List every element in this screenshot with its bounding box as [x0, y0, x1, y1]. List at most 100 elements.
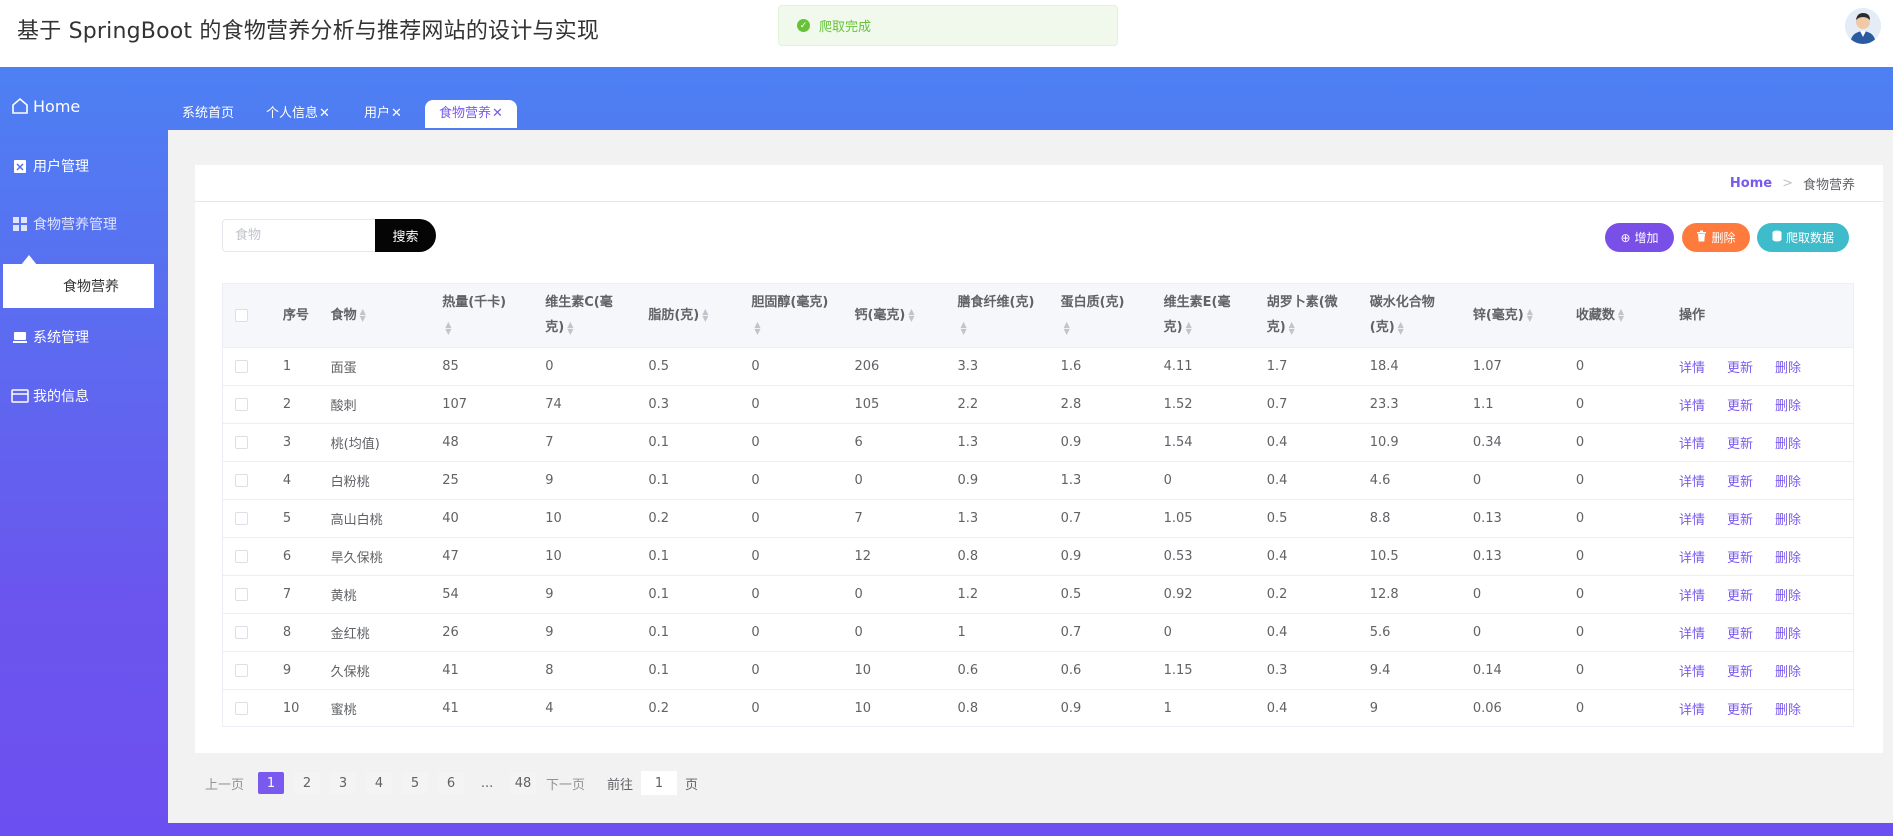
- column-header[interactable]: 热量(千卡) ▲ ▼: [430, 284, 533, 347]
- delete-link[interactable]: 删除: [1775, 665, 1801, 680]
- update-link[interactable]: 更新: [1727, 551, 1753, 566]
- delete-link[interactable]: 删除: [1775, 513, 1801, 528]
- detail-link[interactable]: 详情: [1679, 703, 1705, 718]
- page-button[interactable]: 4: [366, 772, 393, 794]
- column-header[interactable]: 钙(毫克) ▲ ▼: [842, 284, 945, 347]
- delete-link[interactable]: 删除: [1775, 475, 1801, 490]
- row-checkbox[interactable]: [235, 625, 248, 639]
- sort-icon[interactable]: ▲ ▼: [445, 320, 451, 335]
- detail-link[interactable]: 详情: [1679, 399, 1705, 414]
- sort-icon[interactable]: ▲ ▼: [1527, 308, 1533, 323]
- column-header[interactable]: 碳水化合物(克) ▲ ▼: [1358, 284, 1461, 347]
- sort-icon[interactable]: ▲ ▼: [702, 308, 708, 323]
- tab-home[interactable]: 系统首页: [182, 100, 234, 128]
- crawl-data-button[interactable]: 爬取数据: [1757, 223, 1849, 252]
- row-checkbox[interactable]: [235, 663, 248, 677]
- page-button[interactable]: 1: [258, 772, 285, 794]
- update-link[interactable]: 更新: [1727, 475, 1753, 490]
- detail-link[interactable]: 详情: [1679, 551, 1705, 566]
- row-checkbox[interactable]: [235, 549, 248, 563]
- close-icon[interactable]: ✕: [319, 106, 330, 121]
- update-link[interactable]: 更新: [1727, 399, 1753, 414]
- sidebar-subitem-food-nutrition[interactable]: 食物营养: [3, 264, 154, 308]
- tab-users[interactable]: 用户✕: [364, 100, 402, 128]
- sort-icon[interactable]: ▲ ▼: [1618, 308, 1624, 323]
- page-ellipsis[interactable]: ...: [474, 776, 500, 791]
- row-checkbox[interactable]: [235, 511, 248, 525]
- sort-icon[interactable]: ▲ ▼: [1186, 320, 1192, 335]
- page-button[interactable]: 6: [438, 772, 465, 794]
- delete-button[interactable]: 删除: [1682, 223, 1750, 252]
- page-button[interactable]: 3: [330, 772, 357, 794]
- page-button[interactable]: 2: [294, 772, 321, 794]
- close-icon[interactable]: ✕: [391, 106, 402, 121]
- update-link[interactable]: 更新: [1727, 513, 1753, 528]
- column-header[interactable]: 收藏数 ▲ ▼: [1564, 284, 1667, 347]
- page-button[interactable]: 5: [402, 772, 429, 794]
- row-checkbox[interactable]: [235, 397, 248, 411]
- delete-link[interactable]: 删除: [1775, 589, 1801, 604]
- detail-link[interactable]: 详情: [1679, 475, 1705, 490]
- tab-profile[interactable]: 个人信息✕: [266, 100, 330, 128]
- search-input[interactable]: [222, 219, 377, 252]
- delete-link[interactable]: 删除: [1775, 703, 1801, 718]
- prev-page-button[interactable]: 上一页: [205, 774, 244, 793]
- column-header[interactable]: 维生素C(毫克) ▲ ▼: [533, 284, 636, 347]
- column-header[interactable]: 膳食纤维(克) ▲ ▼: [946, 284, 1049, 347]
- sort-icon[interactable]: ▲ ▼: [754, 320, 760, 335]
- detail-link[interactable]: 详情: [1679, 665, 1705, 680]
- delete-link[interactable]: 删除: [1775, 437, 1801, 452]
- close-icon[interactable]: ✕: [492, 106, 503, 121]
- update-link[interactable]: 更新: [1727, 627, 1753, 642]
- column-header[interactable]: 蛋白质(克) ▲ ▼: [1049, 284, 1152, 347]
- sidebar-item-system-management[interactable]: 系统管理: [0, 317, 168, 357]
- page-jump-input[interactable]: [641, 771, 678, 795]
- row-checkbox[interactable]: [235, 435, 248, 449]
- delete-link[interactable]: 删除: [1775, 361, 1801, 376]
- column-header[interactable]: 食物 ▲ ▼: [319, 284, 431, 347]
- detail-link[interactable]: 详情: [1679, 627, 1705, 642]
- delete-link[interactable]: 删除: [1775, 551, 1801, 566]
- column-header[interactable]: 维生素E(毫克) ▲ ▼: [1152, 284, 1255, 347]
- update-link[interactable]: 更新: [1727, 437, 1753, 452]
- select-all-checkbox[interactable]: [235, 308, 248, 322]
- sort-icon[interactable]: ▲ ▼: [908, 308, 914, 323]
- sidebar-item-my-info[interactable]: 我的信息: [0, 376, 168, 416]
- sort-icon[interactable]: ▲ ▼: [1398, 320, 1404, 335]
- row-checkbox[interactable]: [235, 359, 248, 373]
- sort-icon[interactable]: ▲ ▼: [961, 320, 967, 335]
- detail-link[interactable]: 详情: [1679, 589, 1705, 604]
- update-link[interactable]: 更新: [1727, 589, 1753, 604]
- column-header[interactable]: 脂肪(克) ▲ ▼: [636, 284, 739, 347]
- column-header[interactable]: 胆固醇(毫克) ▲ ▼: [739, 284, 842, 347]
- detail-link[interactable]: 详情: [1679, 361, 1705, 376]
- table-cell: 0: [854, 624, 863, 640]
- search-button[interactable]: 搜索: [375, 219, 436, 252]
- column-header[interactable]: 锌(毫克) ▲ ▼: [1461, 284, 1564, 347]
- detail-link[interactable]: 详情: [1679, 513, 1705, 528]
- delete-link[interactable]: 删除: [1775, 627, 1801, 642]
- row-checkbox[interactable]: [235, 473, 248, 487]
- breadcrumb-home[interactable]: Home: [1730, 176, 1772, 191]
- sort-icon[interactable]: ▲ ▼: [360, 308, 366, 323]
- sort-icon[interactable]: ▲ ▼: [1064, 320, 1070, 335]
- sort-icon[interactable]: ▲ ▼: [1289, 320, 1295, 335]
- update-link[interactable]: 更新: [1727, 361, 1753, 376]
- sidebar-item-food-management[interactable]: 食物营养管理: [0, 204, 168, 244]
- column-header[interactable]: 胡罗卜素(微克) ▲ ▼: [1255, 284, 1358, 347]
- add-button[interactable]: ⊕ 增加: [1605, 223, 1674, 252]
- tab-food-nutrition[interactable]: 食物营养✕: [425, 100, 517, 128]
- next-page-button[interactable]: 下一页: [546, 774, 585, 793]
- row-checkbox[interactable]: [235, 587, 248, 601]
- update-link[interactable]: 更新: [1727, 665, 1753, 680]
- sidebar-item-user-management[interactable]: 用户管理: [0, 146, 168, 186]
- delete-link[interactable]: 删除: [1775, 399, 1801, 414]
- sort-icon[interactable]: ▲ ▼: [567, 320, 573, 335]
- detail-link[interactable]: 详情: [1679, 437, 1705, 452]
- sidebar-item-home[interactable]: Home: [0, 86, 168, 126]
- page-button-last[interactable]: 48: [510, 772, 537, 794]
- row-checkbox[interactable]: [235, 701, 248, 715]
- update-link[interactable]: 更新: [1727, 703, 1753, 718]
- table-cell: 0.2: [1266, 586, 1288, 602]
- user-avatar-icon[interactable]: [1845, 8, 1881, 44]
